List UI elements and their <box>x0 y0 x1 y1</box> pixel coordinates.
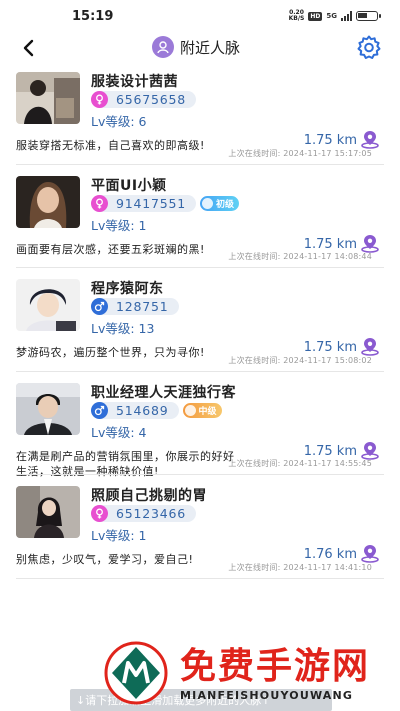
level-badge-label: 中级 <box>198 406 217 417</box>
settings-button[interactable] <box>356 34 382 60</box>
divider <box>16 163 384 165</box>
user-id: 91417551 <box>116 195 187 211</box>
user-name: 职业经理人天涯独行客 <box>91 384 236 401</box>
list-item[interactable]: 职业经理人天涯独行客 514689 中级 Lv等级: 4 在满是刷产品的营销氛围… <box>0 377 400 481</box>
user-tags: 514689 中级 <box>91 401 222 419</box>
avatar[interactable] <box>16 72 80 124</box>
person-icon <box>152 36 174 58</box>
status-time: 15:19 <box>72 9 114 24</box>
avatar[interactable] <box>16 486 80 538</box>
badge-icon <box>202 197 214 209</box>
user-id-pill: 91417551 <box>91 194 197 212</box>
user-id: 65123466 <box>116 506 187 521</box>
user-id-pill: 65123466 <box>91 505 197 522</box>
user-name: 平面UI小颖 <box>91 177 167 194</box>
user-distance: 1.75 km <box>303 236 357 252</box>
location-icon <box>361 545 379 563</box>
watermark-logo-icon <box>104 641 168 705</box>
badge-icon <box>184 404 196 416</box>
male-icon <box>91 298 108 315</box>
last-online-time: 上次在线时间: 2024-11-17 15:08:02 <box>228 355 372 365</box>
location-icon <box>361 441 379 460</box>
female-icon <box>91 91 108 108</box>
user-id-pill: 514689 <box>91 401 179 419</box>
user-name: 照顾自己挑剔的胃 <box>91 488 207 504</box>
status-bar: 15:19 0.20 KB/S HD 5G <box>0 0 400 34</box>
divider <box>16 474 384 475</box>
watermark-subtext: MIANFEISHOUYOUWANG <box>180 689 354 702</box>
last-online-time: 上次在线时间: 2024-11-17 14:08:44 <box>228 252 372 261</box>
last-online-time: 上次在线时间: 2024-11-17 15:17:05 <box>228 148 372 158</box>
user-tags: 65675658 <box>91 91 197 108</box>
battery-icon <box>356 11 381 21</box>
user-bio: 别焦虑，少叹气，爱学习，爱自己! <box>16 553 194 566</box>
male-icon <box>91 401 108 419</box>
divider <box>16 267 384 268</box>
last-online-time: 上次在线时间: 2024-11-17 14:41:10 <box>228 562 372 572</box>
user-tags: 91417551 初级 <box>91 194 240 212</box>
page-title-group: 附近人脉 <box>152 36 240 58</box>
user-level: Lv等级: 13 <box>91 321 155 336</box>
user-level: Lv等级: 4 <box>91 424 147 440</box>
watermark: 免费手游网 MIANFEISHOUYOUWANG <box>100 637 400 711</box>
gear-icon <box>357 35 381 59</box>
user-id: 65675658 <box>116 92 187 107</box>
chevron-left-icon <box>23 39 34 57</box>
network-speed-unit: KB/S <box>288 15 305 22</box>
female-icon <box>91 505 108 522</box>
user-distance: 1.75 km <box>303 133 357 148</box>
location-icon <box>361 338 379 356</box>
signal-icon <box>341 11 352 21</box>
level-badge: 中级 <box>182 402 222 418</box>
user-distance: 1.75 km <box>303 443 357 459</box>
network-speed: 0.20 KB/S <box>289 10 305 22</box>
location-icon <box>361 234 379 253</box>
watermark-text: 免费手游网 <box>180 646 371 687</box>
last-online-time: 上次在线时间: 2024-11-17 14:55:45 <box>228 459 372 468</box>
user-distance: 1.75 km <box>303 340 357 355</box>
nearby-contacts-list: 服装设计茜茜 65675658 Lv等级: 6 服装穿搭无标准，自己喜欢的即高级… <box>0 66 400 584</box>
user-name: 程序猿阿东 <box>91 281 164 297</box>
nav-bar: 附近人脉 <box>0 34 400 64</box>
user-id: 514689 <box>116 402 169 418</box>
list-item[interactable]: 程序猿阿东 128751 Lv等级: 13 梦游码农，遍历整个世界，只为寻你! … <box>0 273 400 377</box>
user-id-pill: 128751 <box>91 298 179 315</box>
avatar[interactable] <box>16 175 80 228</box>
back-button[interactable] <box>18 37 40 59</box>
user-level: Lv等级: 6 <box>91 114 147 129</box>
status-icons: 0.20 KB/S HD 5G <box>289 10 381 22</box>
user-distance: 1.76 km <box>303 547 357 562</box>
divider <box>16 577 384 579</box>
user-level: Lv等级: 1 <box>91 528 147 543</box>
hd-icon: HD <box>308 11 323 21</box>
user-id-pill: 65675658 <box>91 91 197 108</box>
user-tags: 128751 <box>91 298 179 315</box>
avatar[interactable] <box>16 279 80 331</box>
avatar[interactable] <box>16 382 80 435</box>
list-item[interactable]: 平面UI小颖 91417551 初级 Lv等级: 1 画面要有层次感，还要五彩斑… <box>0 170 400 274</box>
location-icon <box>361 131 379 149</box>
user-bio: 画面要有层次感，还要五彩斑斓的黑! <box>16 242 205 256</box>
female-icon <box>91 194 108 212</box>
divider <box>16 370 384 372</box>
user-name: 服装设计茜茜 <box>91 74 178 90</box>
list-item[interactable]: 服装设计茜茜 65675658 Lv等级: 6 服装穿搭无标准，自己喜欢的即高级… <box>0 66 400 170</box>
network-type: 5G <box>326 12 337 20</box>
user-bio: 服装穿搭无标准，自己喜欢的即高级! <box>16 139 205 152</box>
list-item[interactable]: 照顾自己挑剔的胃 65123466 Lv等级: 1 别焦虑，少叹气，爱学习，爱自… <box>0 480 400 584</box>
user-tags: 65123466 <box>91 505 197 522</box>
level-badge: 初级 <box>200 195 240 211</box>
page-title: 附近人脉 <box>180 38 241 57</box>
user-id: 128751 <box>116 299 169 314</box>
user-level: Lv等级: 1 <box>91 217 147 233</box>
user-bio: 梦游码农，遍历整个世界，只为寻你! <box>16 346 205 359</box>
level-badge-label: 初级 <box>216 199 235 210</box>
